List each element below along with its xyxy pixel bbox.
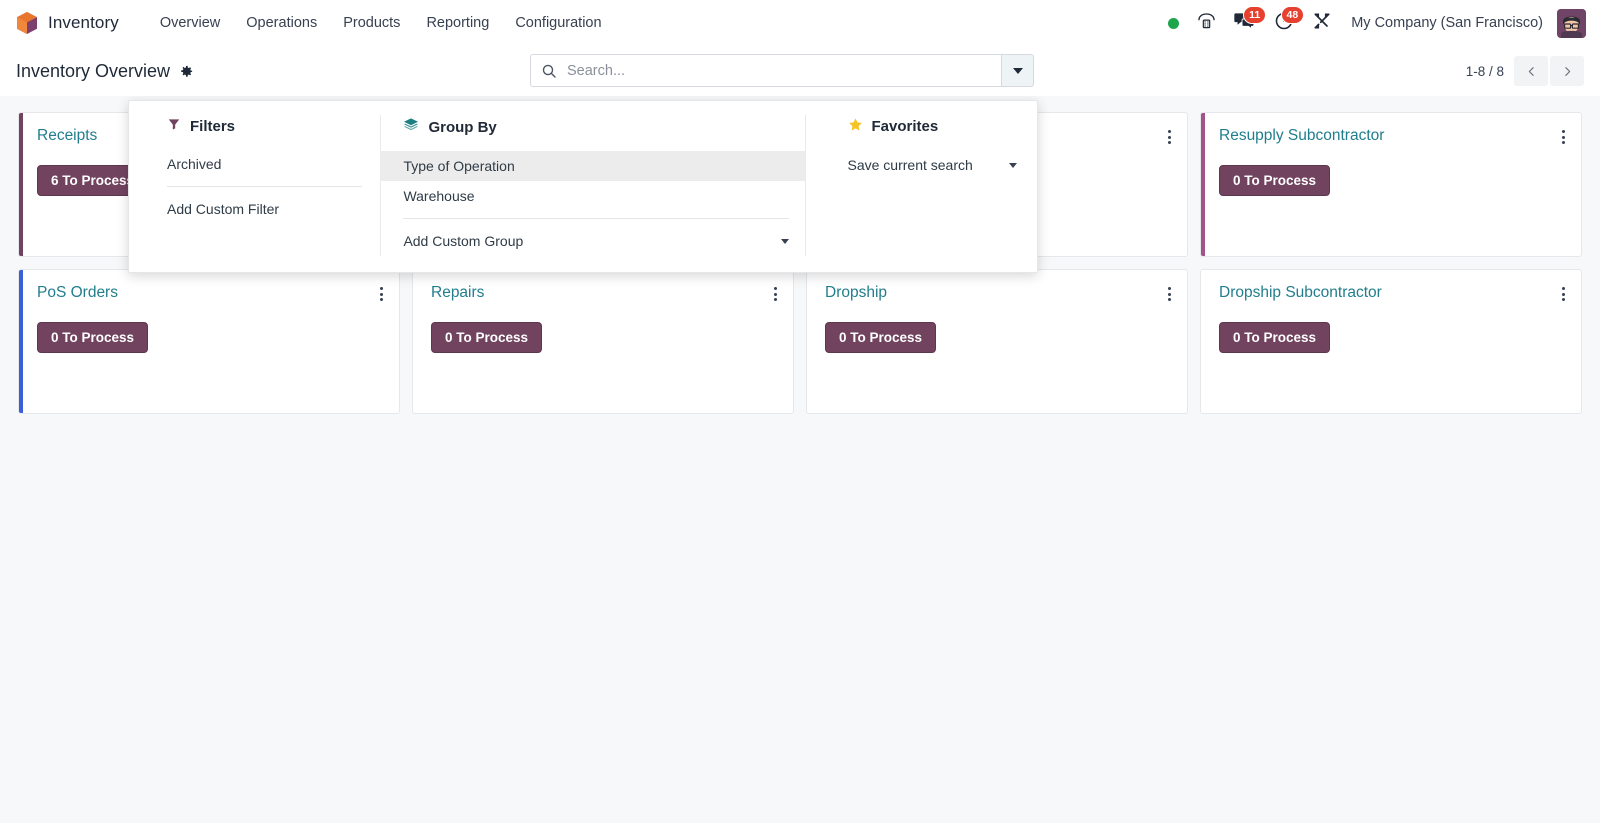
kanban-card-pos-orders[interactable]: PoS Orders 0 To Process xyxy=(18,269,400,414)
pager-next-button[interactable] xyxy=(1550,56,1584,86)
search-input[interactable] xyxy=(567,63,991,79)
kebab-menu-icon[interactable] xyxy=(1166,130,1173,144)
to-process-button[interactable]: 0 To Process xyxy=(37,322,148,354)
to-process-button[interactable]: 0 To Process xyxy=(825,322,936,354)
kanban-card-repairs[interactable]: Repairs 0 To Process xyxy=(412,269,794,414)
chevron-down-icon xyxy=(1013,68,1023,74)
kebab-menu-icon[interactable] xyxy=(1560,130,1567,144)
card-title[interactable]: Receipts xyxy=(37,127,97,146)
activities-badge: 48 xyxy=(1281,6,1305,24)
filters-title: Filters xyxy=(190,118,235,135)
activities-button[interactable]: 48 xyxy=(1265,6,1303,40)
pager: 1-8 / 8 xyxy=(1466,56,1584,86)
card-title[interactable]: Dropship xyxy=(825,284,887,303)
menu-item-overview[interactable]: Overview xyxy=(147,9,233,37)
filter-item-archived[interactable]: Archived xyxy=(129,149,380,179)
search-dropdown-toggle[interactable] xyxy=(1001,54,1034,87)
star-icon xyxy=(848,117,863,136)
phone-dialpad-icon xyxy=(1197,11,1216,35)
chevron-down-icon[interactable] xyxy=(781,239,789,244)
search-field-wrapper[interactable] xyxy=(530,54,1001,87)
brand-name: Inventory xyxy=(48,13,119,33)
divider xyxy=(167,186,362,187)
groupby-item-warehouse[interactable]: Warehouse xyxy=(381,181,804,211)
groupby-item-label: Warehouse xyxy=(403,188,474,204)
status-dot-indicator xyxy=(1168,18,1179,29)
groupby-item-type-of-operation[interactable]: Type of Operation xyxy=(381,151,804,181)
kanban-card-slot: Dropship 0 To Process xyxy=(800,263,1194,420)
tools-icon xyxy=(1312,11,1332,36)
kebab-menu-icon[interactable] xyxy=(378,287,385,301)
kebab-menu-icon[interactable] xyxy=(772,287,779,301)
add-custom-group-item[interactable]: Add Custom Group xyxy=(381,226,804,256)
filter-item-label: Archived xyxy=(167,156,221,172)
pager-previous-button[interactable] xyxy=(1514,56,1548,86)
kanban-card-dropship-subcontractor[interactable]: Dropship Subcontractor 0 To Process xyxy=(1200,269,1582,414)
inventory-app-logo-icon xyxy=(16,11,38,35)
to-process-button[interactable]: 0 To Process xyxy=(1219,322,1330,354)
to-process-button[interactable]: 0 To Process xyxy=(1219,165,1330,197)
divider xyxy=(403,218,788,219)
card-title[interactable]: Repairs xyxy=(431,284,484,303)
gear-icon[interactable] xyxy=(179,64,194,79)
search-dropdown-panel: Filters Archived Add Custom Filter Group… xyxy=(128,100,1038,273)
online-status-dot[interactable] xyxy=(1159,6,1188,40)
filters-header: Filters xyxy=(129,115,380,149)
favorites-header: Favorites xyxy=(806,115,1037,150)
favorites-column: Favorites Save current search xyxy=(805,115,1037,256)
kanban-card-slot: PoS Orders 0 To Process xyxy=(12,263,406,420)
control-panel: Inventory Overview 1-8 / 8 xyxy=(0,46,1600,96)
card-header: Dropship xyxy=(825,284,1173,303)
card-header: Repairs xyxy=(431,284,779,303)
phone-dialpad-button[interactable] xyxy=(1188,6,1225,40)
card-header: PoS Orders xyxy=(37,284,385,303)
kanban-card-slot: Dropship Subcontractor 0 To Process xyxy=(1194,263,1588,420)
kanban-card-resupply-subcontractor[interactable]: Resupply Subcontractor 0 To Process xyxy=(1200,112,1582,257)
groupby-column: Group By Type of Operation Warehouse Add… xyxy=(380,115,804,256)
card-title[interactable]: Dropship Subcontractor xyxy=(1219,284,1382,303)
card-header: Resupply Subcontractor xyxy=(1219,127,1567,146)
page-title: Inventory Overview xyxy=(16,61,170,82)
groupby-header: Group By xyxy=(381,115,804,151)
filter-funnel-icon xyxy=(167,117,181,135)
menu-item-products[interactable]: Products xyxy=(330,9,413,37)
systray: 11 48 My C xyxy=(1159,6,1586,40)
search-bar xyxy=(530,54,1034,87)
card-title[interactable]: Resupply Subcontractor xyxy=(1219,127,1384,146)
card-header: Dropship Subcontractor xyxy=(1219,284,1567,303)
add-custom-group-label: Add Custom Group xyxy=(403,233,523,249)
kanban-card-slot: Resupply Subcontractor 0 To Process xyxy=(1194,106,1588,263)
menu-item-configuration[interactable]: Configuration xyxy=(502,9,614,37)
avatar[interactable] xyxy=(1557,9,1586,38)
main-menu: Overview Operations Products Reporting C… xyxy=(147,9,615,37)
favorites-title: Favorites xyxy=(872,118,939,135)
search-icon xyxy=(541,63,557,79)
messages-button[interactable]: 11 xyxy=(1225,6,1265,40)
filters-column: Filters Archived Add Custom Filter xyxy=(129,115,380,256)
menu-item-operations[interactable]: Operations xyxy=(233,9,330,37)
kanban-card-dropship[interactable]: Dropship 0 To Process xyxy=(806,269,1188,414)
layers-icon xyxy=(403,117,419,137)
menu-item-reporting[interactable]: Reporting xyxy=(413,9,502,37)
save-current-search-item[interactable]: Save current search xyxy=(806,150,1037,180)
kebab-menu-icon[interactable] xyxy=(1166,287,1173,301)
pager-count: 1-8 / 8 xyxy=(1466,64,1504,79)
groupby-title: Group By xyxy=(428,119,496,136)
top-navbar: Inventory Overview Operations Products R… xyxy=(0,0,1600,46)
to-process-button[interactable]: 0 To Process xyxy=(431,322,542,354)
tools-button[interactable] xyxy=(1303,6,1341,40)
save-current-search-label: Save current search xyxy=(848,157,973,173)
kanban-card-slot: Repairs 0 To Process xyxy=(406,263,800,420)
kebab-menu-icon[interactable] xyxy=(1560,287,1567,301)
card-title[interactable]: PoS Orders xyxy=(37,284,118,303)
company-switcher[interactable]: My Company (San Francisco) xyxy=(1341,9,1553,37)
brand[interactable]: Inventory xyxy=(16,11,119,35)
groupby-item-label: Type of Operation xyxy=(403,158,514,174)
messages-badge: 11 xyxy=(1243,6,1266,24)
breadcrumb: Inventory Overview xyxy=(16,61,194,82)
add-custom-filter-label: Add Custom Filter xyxy=(167,201,279,217)
add-custom-filter-item[interactable]: Add Custom Filter xyxy=(129,194,380,224)
chevron-down-icon[interactable] xyxy=(1009,163,1017,168)
